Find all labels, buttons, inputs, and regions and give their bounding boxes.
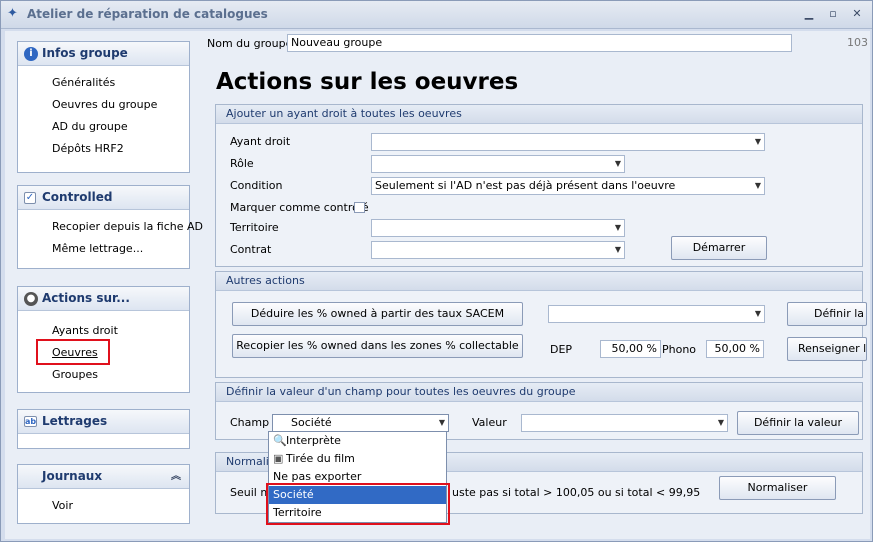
film-icon: ▣ [273,452,284,465]
nav-group-lettrages: ab Lettrages [17,409,190,449]
nav-title-actions: Actions sur... [42,291,130,305]
condition-combo[interactable]: Seulement si l'AD n'est pas déjà présent… [371,177,765,195]
nom-du-groupe-label: Nom du groupe [207,37,293,50]
highlight-dropdown-options [266,483,450,525]
marquer-label: Marquer comme contrôlé [230,201,369,214]
nav-item-generalites[interactable]: Généralités [18,72,189,94]
app-logo-icon: ✦ [7,6,18,21]
role-combo[interactable]: ▼ [371,155,625,173]
ayant-droit-label: Ayant droit [230,135,291,148]
deduire-button[interactable]: Déduire les % owned à partir des taux SA… [232,302,523,326]
section-definir-champ-title: Définir la valeur d'un champ pour toutes… [216,383,862,402]
nav-title-journaux: Journaux [42,469,103,483]
section-ajouter-ayant-title: Ajouter un ayant droit à toutes les oeuv… [216,105,862,124]
dep-input[interactable]: 50,00 % [600,340,661,358]
chevron-down-icon: ▼ [754,181,761,190]
client-area: i Infos groupe Généralités Oeuvres du gr… [5,31,870,539]
close-button[interactable]: ✕ [849,7,865,21]
person-icon: ● [24,292,38,306]
normaliser-button[interactable]: Normaliser [719,476,836,500]
dropdown-option-label: Tirée du film [286,452,355,465]
page-title: Actions sur les oeuvres [216,69,519,95]
nav-head-actions[interactable]: ● Actions sur... [18,287,189,311]
valeur-label: Valeur [472,416,507,429]
renseigner-button[interactable]: Renseigner le [787,337,867,361]
phono-label: Phono [662,343,697,356]
demarrer-button[interactable]: Démarrer [671,236,767,260]
seuil-label-right: uste pas si total > 100,05 ou si total <… [452,486,701,499]
window-title: Atelier de réparation de catalogues [27,7,268,21]
nav-head-journaux[interactable]: Journaux ︽ [18,465,189,489]
nom-du-groupe-input[interactable]: Nouveau groupe [287,34,792,52]
chevron-down-icon: ▼ [614,159,621,168]
dropdown-option-label: Ne pas exporter [273,470,362,483]
recopier-collectable-button[interactable]: Recopier les % owned dans les zones % co… [232,334,523,358]
section-autres-actions-title: Autres actions [216,272,862,291]
territoire-combo[interactable]: ▼ [371,219,625,237]
nav-item-depots-hrf2[interactable]: Dépôts HRF2 [18,138,189,160]
chevron-down-icon: ▼ [614,223,621,232]
nav-head-controlled[interactable]: ✓ Controlled [18,186,189,210]
champ-value: Société [291,416,332,429]
autres-combo[interactable]: ▼ [548,305,765,323]
nav-item-voir[interactable]: Voir [18,495,189,517]
maximize-button[interactable]: ▫ [825,7,841,21]
nav-item-oeuvres-du-groupe[interactable]: Oeuvres du groupe [18,94,189,116]
definir-r-button[interactable]: Définir la r [787,302,867,326]
dropdown-option-tiree-du-film[interactable]: ▣ Tirée du film [269,450,446,468]
dropdown-option-interprete[interactable]: 🔍Interprète [269,432,446,450]
nav-group-infos: i Infos groupe Généralités Oeuvres du gr… [17,41,190,173]
role-label: Rôle [230,157,254,170]
chevron-down-icon: ▼ [754,309,761,318]
contrat-combo[interactable]: ▼ [371,241,625,259]
group-id: 103 [847,36,868,49]
champ-label: Champ [230,416,270,429]
territoire-label: Territoire [230,221,279,234]
phono-input[interactable]: 50,00 % [706,340,764,358]
condition-value: Seulement si l'AD n'est pas déjà présent… [375,179,676,192]
nav-head-infos[interactable]: i Infos groupe [18,42,189,66]
nav-group-journaux: Journaux ︽ Voir [17,464,190,524]
contrat-label: Contrat [230,243,272,256]
chevron-down-icon: ▼ [438,418,445,427]
valeur-combo[interactable]: ▼ [521,414,728,432]
highlight-oeuvres [36,339,110,365]
dropdown-option-label: Interprète [286,434,341,447]
minimize-button[interactable]: ▁ [801,7,817,21]
definir-valeur-button[interactable]: Définir la valeur [737,411,859,435]
nav-head-lettrages[interactable]: ab Lettrages [18,410,189,434]
dep-label: DEP [550,343,573,356]
section-ajouter-ayant: Ajouter un ayant droit à toutes les oeuv… [215,104,863,267]
nav-item-ad-du-groupe[interactable]: AD du groupe [18,116,189,138]
section-autres-actions: Autres actions Déduire les % owned à par… [215,271,867,378]
nav-item-recopier[interactable]: Recopier depuis la fiche AD [18,216,203,238]
nav-item-groupes[interactable]: Groupes [18,364,189,386]
lettrage-icon: ab [24,416,37,427]
nav-title-infos: Infos groupe [42,46,128,60]
chevron-down-icon: ▼ [717,418,724,427]
chevron-down-icon: ▼ [754,137,761,146]
ayant-droit-combo[interactable]: ▼ [371,133,765,151]
champ-combo[interactable]: Société ▼ [272,414,449,432]
info-icon: i [24,47,38,61]
chevron-down-icon: ▼ [614,245,621,254]
collapse-chevron-icon[interactable]: ︽ [171,465,181,488]
checkbox-icon: ✓ [24,192,36,204]
marquer-checkbox[interactable] [354,202,365,213]
nav-title-controlled: Controlled [42,190,113,204]
nav-group-controlled: ✓ Controlled Recopier depuis la fiche AD… [17,185,203,269]
search-icon: 🔍 [273,434,287,447]
nav-title-lettrages: Lettrages [42,414,108,428]
app-window: ✦ Atelier de réparation de catalogues ▁ … [0,0,873,542]
nav-item-meme-lettrage[interactable]: Même lettrage... [18,238,189,260]
title-bar: ✦ Atelier de réparation de catalogues ▁ … [1,1,872,29]
condition-label: Condition [230,179,283,192]
